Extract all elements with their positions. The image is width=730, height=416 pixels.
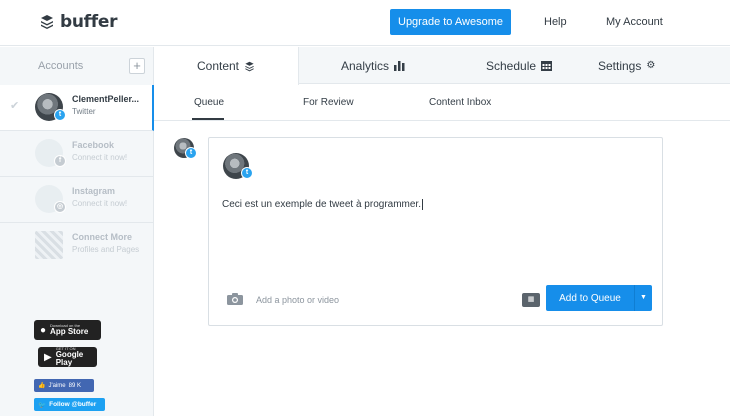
check-icon: ✔ (10, 100, 20, 112)
accounts-header: Accounts + (0, 47, 154, 84)
add-account-button[interactable]: + (129, 58, 145, 74)
buffer-logo[interactable]: buffer (40, 12, 117, 32)
tab-settings[interactable]: Settings ⚙ (598, 47, 655, 84)
thumbs-up-icon: 👍 (38, 383, 46, 389)
instagram-icon: ◎ (54, 201, 66, 213)
account-name: ClementPeller... (72, 94, 140, 104)
account-item-twitter[interactable]: ✔ t ClementPeller... Twitter (0, 85, 154, 131)
qr-code-icon[interactable]: ▦ (522, 293, 540, 307)
tab-analytics[interactable]: Analytics (341, 47, 405, 84)
top-header: buffer Upgrade to Awesome Help My Accoun… (0, 0, 730, 46)
follow-label: Follow @buffer (49, 401, 97, 408)
upgrade-button[interactable]: Upgrade to Awesome (390, 9, 511, 35)
apple-icon: ● (40, 324, 47, 336)
account-network: Twitter (72, 107, 96, 116)
app-store-button[interactable]: ● Download on the App Store (34, 320, 101, 340)
gear-icon: ⚙ (646, 60, 656, 71)
like-count: 89 K (68, 382, 81, 389)
tab-content[interactable]: Content (154, 47, 299, 85)
add-to-queue-button[interactable]: Add to Queue (546, 285, 634, 311)
account-item-facebook[interactable]: f Facebook Connect it now! (0, 131, 154, 177)
active-tab-underline (192, 118, 224, 120)
account-connect-hint: Connect it now! (72, 153, 128, 162)
calendar-icon (541, 61, 553, 71)
tab-label: Settings (598, 58, 642, 73)
main-tabs: Content Analytics Schedule Settings ⚙ (154, 47, 730, 85)
tab-schedule[interactable]: Schedule (486, 47, 553, 84)
google-play-button[interactable]: ▶ GET IT ON Google Play (38, 347, 97, 367)
twitter-follow-button[interactable]: 🐦 Follow @buffer (34, 398, 105, 411)
twitter-icon: t (185, 147, 197, 159)
camera-icon[interactable] (227, 293, 243, 305)
app-store-label: App Store (50, 327, 89, 336)
twitter-icon: t (54, 109, 66, 121)
twitter-icon: t (241, 167, 253, 179)
connect-more-icon (35, 231, 63, 259)
accounts-sidebar: Accounts + ✔ t ClementPeller... Twitter … (0, 47, 154, 416)
account-item-connect-more[interactable]: Connect More Profiles and Pages (0, 223, 154, 269)
add-photo-link[interactable]: Add a photo or video (256, 295, 339, 305)
account-name: Facebook (72, 140, 115, 150)
logo-text: buffer (60, 12, 118, 32)
google-play-label: Google Play (55, 350, 84, 367)
subtab-queue[interactable]: Queue (194, 97, 224, 108)
like-label: J'aime (48, 382, 66, 389)
stack-icon (245, 61, 254, 71)
account-connect-hint: Connect it now! (72, 199, 128, 208)
subtab-for-review[interactable]: For Review (303, 97, 354, 108)
facebook-icon: f (54, 155, 66, 167)
tab-label: Schedule (486, 58, 537, 73)
my-account-link[interactable]: My Account (606, 16, 663, 28)
subtab-content-inbox[interactable]: Content Inbox (429, 97, 491, 108)
bar-chart-icon (394, 61, 405, 71)
sub-tabs: Queue For Review Content Inbox (154, 85, 730, 121)
tab-label: Content (196, 59, 240, 73)
account-name: Instagram (72, 186, 116, 196)
tab-label: Analytics (341, 58, 390, 73)
post-composer: t Ceci est un exemple de tweet à program… (208, 137, 663, 326)
help-link[interactable]: Help (544, 16, 567, 28)
account-name: Connect More (72, 232, 133, 242)
accounts-title: Accounts (38, 60, 84, 72)
chevron-down-icon[interactable]: ▼ (634, 285, 652, 311)
account-item-instagram[interactable]: ◎ Instagram Connect it now! (0, 177, 154, 223)
facebook-like-button[interactable]: 👍 J'aime 89 K (34, 379, 94, 392)
composer-text-input[interactable]: Ceci est un exemple de tweet à programme… (222, 199, 423, 210)
account-connect-hint: Profiles and Pages (72, 245, 140, 254)
play-icon: ▶ (44, 351, 52, 363)
stack-logo-icon (41, 15, 53, 29)
twitter-bird-icon: 🐦 (38, 401, 47, 409)
